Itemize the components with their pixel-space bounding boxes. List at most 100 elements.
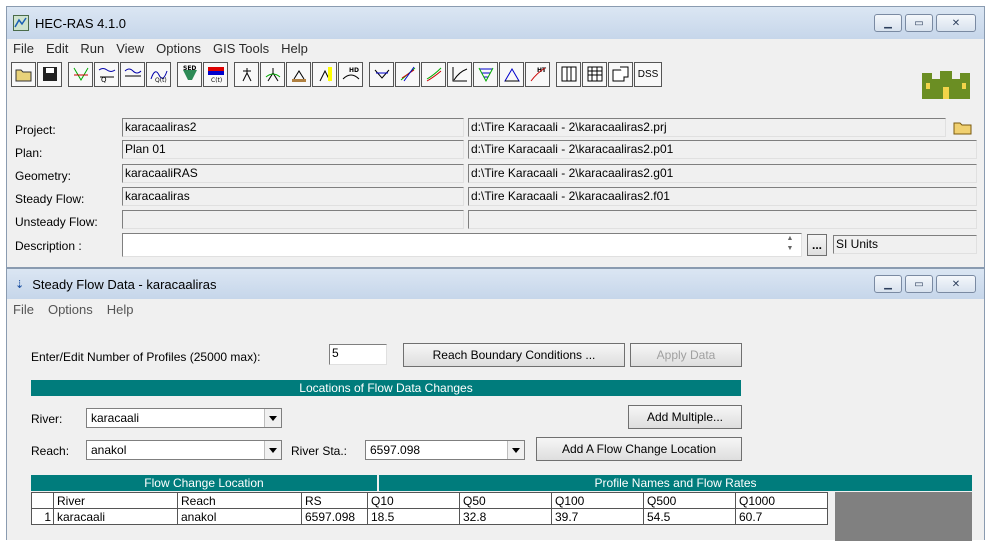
water-quality-analysis-icon[interactable] bbox=[312, 61, 337, 87]
column-header[interactable]: Q1000 bbox=[735, 492, 828, 509]
description-spinner[interactable]: ▲ ▼ bbox=[780, 234, 800, 256]
sfd-title-bar[interactable]: ⇣ Steady Flow Data - karacaaliras ▁ ▭ ✕ bbox=[7, 269, 984, 299]
table-cell[interactable]: 60.7 bbox=[735, 508, 828, 525]
profile-plot-icon[interactable] bbox=[395, 61, 420, 87]
table-cell[interactable]: karacaali bbox=[53, 508, 178, 525]
column-header[interactable]: Q500 bbox=[643, 492, 736, 509]
description-field[interactable] bbox=[122, 233, 802, 257]
locations-of-flow-data-changes-header: Locations of Flow Data Changes bbox=[31, 380, 741, 396]
main-window-title: HEC-RAS 4.1.0 bbox=[35, 15, 127, 31]
river-station-select[interactable]: 6597.098 bbox=[365, 440, 525, 460]
table-cell[interactable]: 54.5 bbox=[643, 508, 736, 525]
sfd-menu-file[interactable]: File bbox=[13, 302, 34, 317]
steady-flow-icon[interactable]: Q bbox=[94, 61, 119, 87]
geometry-path-field[interactable]: d:\Tire Karacaali - 2\karacaaliras2.g01 bbox=[468, 164, 977, 183]
dss-icon[interactable]: DSS bbox=[634, 61, 662, 87]
column-header[interactable]: RS bbox=[301, 492, 368, 509]
sfd-minimize-icon[interactable]: ▁ bbox=[874, 275, 902, 293]
svg-text:C(t): C(t) bbox=[211, 77, 222, 84]
sediment-icon[interactable]: SED bbox=[177, 61, 202, 87]
project-label: Project: bbox=[15, 123, 56, 137]
app-icon bbox=[13, 15, 29, 31]
xyz-plot-icon[interactable] bbox=[473, 61, 498, 87]
menu-gis-tools[interactable]: GIS Tools bbox=[213, 41, 269, 56]
unsteady-flow-icon[interactable] bbox=[120, 61, 145, 87]
units-field: SI Units bbox=[833, 235, 977, 254]
chevron-down-icon[interactable] bbox=[507, 441, 524, 459]
menu-help[interactable]: Help bbox=[281, 41, 308, 56]
main-title-bar[interactable]: HEC-RAS 4.1.0 ▁ ▭ ✕ bbox=[7, 7, 984, 39]
geometry-name-field[interactable]: karacaaliRAS bbox=[122, 164, 464, 183]
table-cell[interactable]: 18.5 bbox=[367, 508, 460, 525]
plan-name-field[interactable]: Plan 01 bbox=[122, 140, 464, 159]
unsteady-flow-name-field[interactable] bbox=[122, 210, 464, 229]
column-header[interactable]: Q50 bbox=[459, 492, 552, 509]
steady-flow-name-field[interactable]: karacaaliras bbox=[122, 187, 464, 206]
table-cell[interactable]: anakol bbox=[177, 508, 302, 525]
sfd-menu-bar: File Options Help bbox=[7, 299, 984, 319]
geometry-icon[interactable] bbox=[68, 61, 93, 87]
menu-options[interactable]: Options bbox=[156, 41, 201, 56]
open-folder-icon[interactable] bbox=[952, 118, 974, 137]
hydraulic-table-icon[interactable]: HT bbox=[525, 61, 550, 87]
column-header[interactable]: Reach bbox=[177, 492, 302, 509]
apply-data-button[interactable]: Apply Data bbox=[630, 343, 742, 367]
add-multiple-button[interactable]: Add Multiple... bbox=[628, 405, 742, 429]
water-quality-icon[interactable]: C(t) bbox=[203, 61, 228, 87]
sfd-maximize-icon[interactable]: ▭ bbox=[905, 275, 933, 293]
rating-curve-icon[interactable] bbox=[447, 61, 472, 87]
open-icon[interactable] bbox=[11, 61, 36, 87]
row-index-header bbox=[31, 492, 54, 509]
table-cell[interactable]: 39.7 bbox=[551, 508, 644, 525]
plan-path-field[interactable]: d:\Tire Karacaali - 2\karacaaliras2.p01 bbox=[468, 140, 977, 159]
stage-hydrograph-icon[interactable] bbox=[499, 61, 524, 87]
sfd-menu-options[interactable]: Options bbox=[48, 302, 93, 317]
unsteady-analysis-icon[interactable] bbox=[260, 61, 285, 87]
detailed-output-icon[interactable] bbox=[556, 61, 581, 87]
profiles-count-input[interactable]: 5 bbox=[329, 344, 387, 365]
main-menu-bar: File Edit Run View Options GIS Tools Hel… bbox=[7, 39, 984, 57]
menu-file[interactable]: File bbox=[13, 41, 34, 56]
save-icon[interactable] bbox=[37, 61, 62, 87]
column-header[interactable]: Q100 bbox=[551, 492, 644, 509]
summary-errors-icon[interactable] bbox=[608, 61, 633, 87]
column-header[interactable]: River bbox=[53, 492, 178, 509]
flow-data-table: River Reach RS Q10 Q50 Q100 Q500 Q1000 1… bbox=[31, 492, 828, 525]
column-header[interactable]: Q10 bbox=[367, 492, 460, 509]
reach-boundary-conditions-button[interactable]: Reach Boundary Conditions ... bbox=[403, 343, 625, 367]
table-cell[interactable]: 6597.098 bbox=[301, 508, 368, 525]
add-flow-change-location-button[interactable]: Add A Flow Change Location bbox=[536, 437, 742, 461]
table-empty-area bbox=[835, 492, 972, 541]
project-name-field[interactable]: karacaaliras2 bbox=[122, 118, 464, 137]
reach-select[interactable]: anakol bbox=[86, 440, 282, 460]
menu-edit[interactable]: Edit bbox=[46, 41, 68, 56]
unsteady-flow-path-field[interactable] bbox=[468, 210, 977, 229]
sfd-window-title: Steady Flow Data - karacaaliras bbox=[32, 276, 217, 292]
river-select[interactable]: karacaali bbox=[86, 408, 282, 428]
sfd-close-icon[interactable]: ✕ bbox=[936, 275, 976, 293]
project-path-field[interactable]: d:\Tire Karacaali - 2\karacaaliras2.prj bbox=[468, 118, 946, 137]
hydraulic-design-icon[interactable]: HD bbox=[338, 61, 363, 87]
unsteady-flow-label: Unsteady Flow: bbox=[15, 215, 98, 229]
menu-view[interactable]: View bbox=[116, 41, 144, 56]
minimize-icon[interactable]: ▁ bbox=[874, 14, 902, 32]
close-icon[interactable]: ✕ bbox=[936, 14, 976, 32]
sfd-menu-help[interactable]: Help bbox=[107, 302, 134, 317]
table-cell[interactable]: 32.8 bbox=[459, 508, 552, 525]
steady-analysis-icon[interactable] bbox=[234, 61, 259, 87]
menu-run[interactable]: Run bbox=[80, 41, 104, 56]
steady-flow-path-field[interactable]: d:\Tire Karacaali - 2\karacaaliras2.f01 bbox=[468, 187, 977, 206]
usace-castle-logo bbox=[918, 69, 974, 99]
description-ellipsis-button[interactable]: ... bbox=[807, 234, 827, 256]
sediment-analysis-icon[interactable] bbox=[286, 61, 311, 87]
quasi-unsteady-icon[interactable]: Q(t) bbox=[146, 61, 171, 87]
general-profile-plot-icon[interactable] bbox=[421, 61, 446, 87]
svg-text:Q: Q bbox=[101, 76, 107, 83]
chevron-down-icon[interactable] bbox=[264, 409, 281, 427]
cross-section-plot-icon[interactable] bbox=[369, 61, 394, 87]
main-toolbar: Q Q(t) SED C(t) HD HT DSS bbox=[7, 57, 984, 99]
maximize-icon[interactable]: ▭ bbox=[905, 14, 933, 32]
chevron-down-icon[interactable] bbox=[264, 441, 281, 459]
steady-flow-label: Steady Flow: bbox=[15, 192, 85, 206]
summary-table-icon[interactable] bbox=[582, 61, 607, 87]
